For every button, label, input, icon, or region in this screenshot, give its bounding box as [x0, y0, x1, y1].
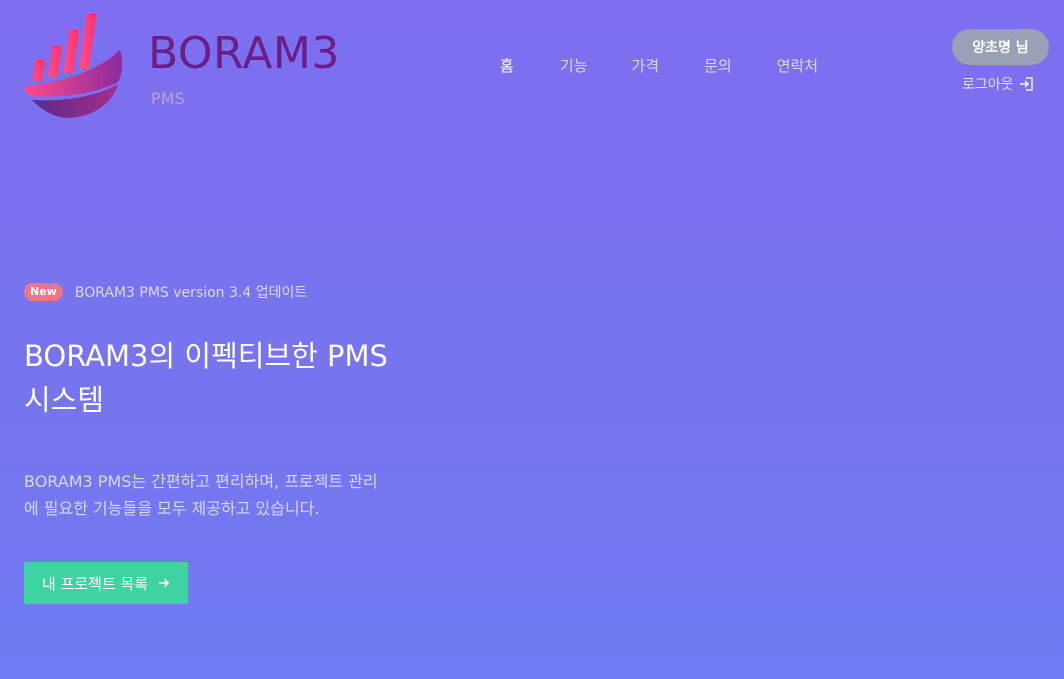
hero-title: BORAM3의 이펙티브한 PMS 시스템 — [24, 334, 454, 422]
hero-description-line-1: BORAM3 PMS는 간편하고 편리하며, 프로젝트 관리 — [24, 472, 378, 491]
main-nav: 홈 기능 가격 문의 연락처 — [500, 56, 818, 76]
logout-icon — [1019, 77, 1033, 91]
my-projects-button[interactable]: 내 프로젝트 목록 — [24, 562, 189, 604]
my-projects-label: 내 프로젝트 목록 — [42, 574, 149, 593]
nav-item-home[interactable]: 홈 — [500, 56, 514, 76]
brand-name: BORAM3 — [148, 28, 340, 79]
nav-item-features[interactable]: 기능 — [560, 56, 588, 76]
hero-title-line-2: 시스템 — [24, 383, 105, 417]
brand-subtitle: PMS — [151, 89, 185, 108]
new-badge: New — [24, 283, 63, 301]
hero-section: New BORAM3 PMS version 3.4 업데이트 BORAM3의 … — [24, 282, 454, 604]
announcement-text: BORAM3 PMS version 3.4 업데이트 — [74, 285, 308, 301]
hero-description: BORAM3 PMS는 간편하고 편리하며, 프로젝트 관리 에 필요한 기능들… — [24, 468, 444, 522]
user-badge[interactable]: 양초명 님 — [952, 29, 1049, 65]
arrow-right-icon — [159, 578, 170, 588]
nav-item-inquiry[interactable]: 문의 — [704, 56, 732, 76]
nav-item-pricing[interactable]: 가격 — [631, 56, 659, 76]
brand-logo[interactable]: BORAM3 PMS — [24, 12, 384, 120]
hero-description-line-2: 에 필요한 기능들을 모두 제공하고 있습니다. — [24, 499, 320, 518]
logout-link[interactable]: 로그아웃 — [962, 74, 1034, 94]
announcement[interactable]: New BORAM3 PMS version 3.4 업데이트 — [24, 282, 454, 302]
hero-title-line-1: BORAM3의 이펙티브한 PMS — [24, 339, 388, 373]
nav-item-contact[interactable]: 연락처 — [777, 56, 818, 76]
logout-label: 로그아웃 — [962, 77, 1014, 93]
logo-mark-icon — [24, 14, 123, 118]
